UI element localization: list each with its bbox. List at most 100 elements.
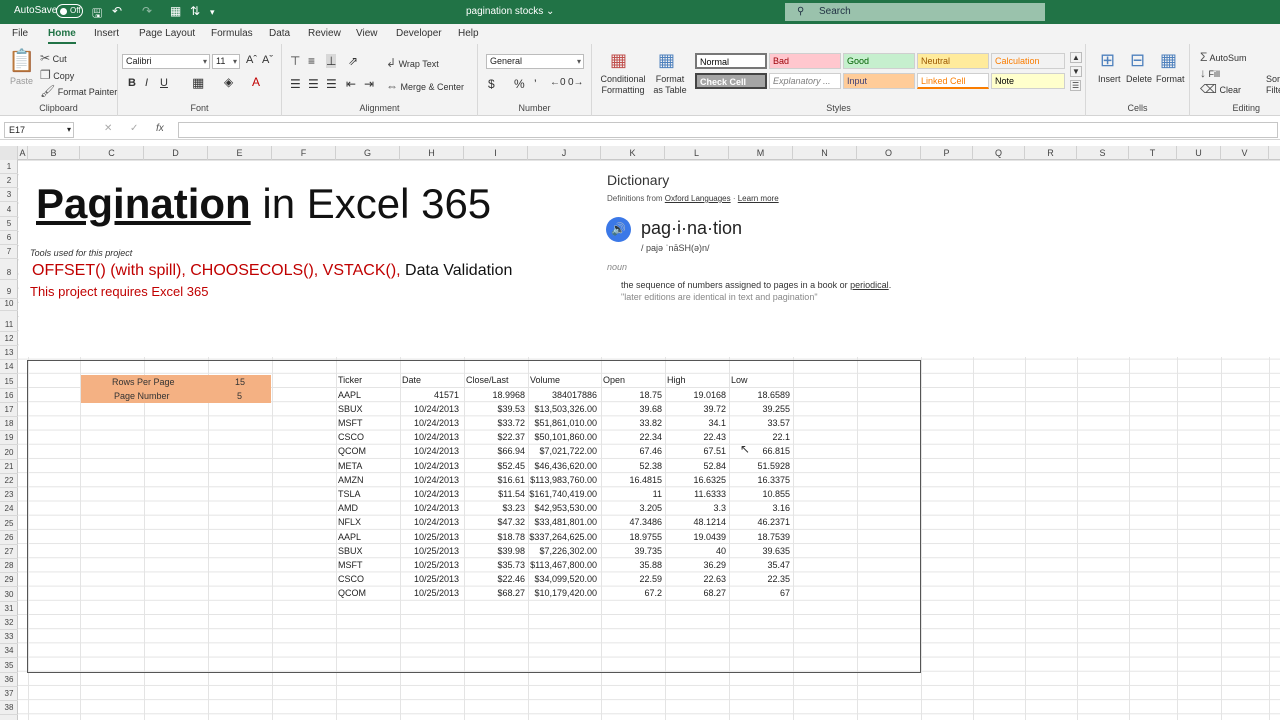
tab-view[interactable]: View bbox=[356, 28, 378, 39]
row-header[interactable]: 33 bbox=[0, 630, 18, 645]
column-header-o[interactable]: O bbox=[857, 146, 921, 160]
cell-date[interactable]: 10/25/2013 bbox=[400, 560, 459, 570]
cell-date[interactable]: 10/24/2013 bbox=[400, 404, 459, 414]
tab-formulas[interactable]: Formulas bbox=[211, 28, 253, 39]
merge-center-button[interactable]: ⇔ Merge & Center bbox=[386, 79, 464, 93]
cell-close[interactable]: $68.27 bbox=[464, 588, 525, 598]
autosave-toggle[interactable]: Off bbox=[56, 4, 83, 18]
row-header[interactable]: 6 bbox=[0, 231, 18, 245]
cell-date[interactable]: 10/24/2013 bbox=[400, 517, 459, 527]
cell-close[interactable]: $66.94 bbox=[464, 446, 525, 456]
format-cells-icon[interactable]: ▦ bbox=[1160, 50, 1177, 71]
cell-close[interactable]: $3.23 bbox=[464, 503, 525, 513]
table-icon[interactable]: ▦ bbox=[170, 4, 181, 18]
tab-file[interactable]: File bbox=[12, 28, 28, 39]
cell-date[interactable]: 10/25/2013 bbox=[400, 588, 459, 598]
cell-volume[interactable]: $34,099,520.00 bbox=[528, 574, 597, 584]
row-header[interactable]: 27 bbox=[0, 545, 18, 559]
row-header[interactable]: 7 bbox=[0, 245, 18, 260]
tab-help[interactable]: Help bbox=[458, 28, 479, 39]
style-normal[interactable]: Normal bbox=[695, 53, 767, 69]
cell-open[interactable]: 39.68 bbox=[601, 404, 662, 414]
column-header-u[interactable]: U bbox=[1177, 146, 1221, 160]
paste-icon[interactable]: 📋 bbox=[8, 48, 35, 74]
cell-open[interactable]: 39.735 bbox=[601, 546, 662, 556]
cell-ticker[interactable]: NFLX bbox=[338, 517, 395, 527]
conditional-formatting-button[interactable]: Conditional Formatting bbox=[600, 74, 646, 96]
tab-insert[interactable]: Insert bbox=[94, 28, 119, 39]
column-header-i[interactable]: I bbox=[464, 146, 528, 160]
delete-button[interactable]: Delete bbox=[1126, 74, 1152, 84]
row-header[interactable]: 30 bbox=[0, 588, 18, 602]
cell-open[interactable]: 47.3486 bbox=[601, 517, 662, 527]
redo-icon[interactable]: ↷ bbox=[142, 4, 152, 18]
decrease-decimal-icon[interactable]: 0→ bbox=[568, 77, 584, 88]
cell-open[interactable]: 67.2 bbox=[601, 588, 662, 598]
cell-ticker[interactable]: TSLA bbox=[338, 489, 395, 499]
cell-volume[interactable]: $33,481,801.00 bbox=[528, 517, 597, 527]
align-right-icon[interactable]: ☰ bbox=[326, 77, 337, 91]
style-input[interactable]: Input bbox=[843, 73, 915, 89]
cell-high[interactable]: 19.0439 bbox=[665, 532, 726, 542]
cell-volume[interactable]: $7,226,302.00 bbox=[528, 546, 597, 556]
cell-high[interactable]: 22.63 bbox=[665, 574, 726, 584]
row-header[interactable]: 23 bbox=[0, 488, 18, 503]
cell-low[interactable]: 39.635 bbox=[729, 546, 790, 556]
customize-toolbar-icon[interactable]: ▾ bbox=[210, 7, 215, 18]
row-header[interactable]: 13 bbox=[0, 346, 18, 360]
column-header-l[interactable]: L bbox=[665, 146, 729, 160]
column-header-s[interactable]: S bbox=[1077, 146, 1129, 160]
column-header-e[interactable]: E bbox=[208, 146, 272, 160]
tab-page-layout[interactable]: Page Layout bbox=[139, 28, 195, 39]
cell-high[interactable]: 3.3 bbox=[665, 503, 726, 513]
page-number-row[interactable]: Page Number 5 bbox=[81, 389, 271, 403]
borders-icon[interactable]: ▦ bbox=[192, 75, 204, 91]
page-number-value[interactable]: 5 bbox=[237, 389, 242, 403]
insert-button[interactable]: Insert bbox=[1098, 74, 1121, 84]
style-linked-cell[interactable]: Linked Cell bbox=[917, 73, 989, 89]
conditional-formatting-icon[interactable]: ▦ bbox=[610, 50, 627, 71]
font-size-select[interactable]: 11 ▾ bbox=[212, 54, 240, 69]
select-all-corner[interactable] bbox=[0, 146, 18, 160]
row-header[interactable]: 20 bbox=[0, 446, 18, 460]
cell-date[interactable]: 10/24/2013 bbox=[400, 432, 459, 442]
cell-low[interactable]: 16.3375 bbox=[729, 475, 790, 485]
row-header[interactable]: 36 bbox=[0, 673, 18, 687]
cell-close[interactable]: 18.9968 bbox=[464, 390, 525, 400]
row-header[interactable]: 8 bbox=[0, 266, 18, 280]
row-header[interactable]: 26 bbox=[0, 531, 18, 545]
cell-volume[interactable]: $51,861,010.00 bbox=[528, 418, 597, 428]
row-header[interactable]: 5 bbox=[0, 217, 18, 231]
rows-per-page-value[interactable]: 15 bbox=[235, 375, 245, 389]
cell-high[interactable]: 68.27 bbox=[665, 588, 726, 598]
cell-close[interactable]: $18.78 bbox=[464, 532, 525, 542]
column-header-p[interactable]: P bbox=[921, 146, 973, 160]
style-note[interactable]: Note bbox=[991, 73, 1065, 89]
row-header[interactable]: 11 bbox=[0, 318, 18, 332]
cell-ticker[interactable]: MSFT bbox=[338, 560, 395, 570]
style-check-cell[interactable]: Check Cell bbox=[695, 73, 767, 89]
row-header[interactable]: 34 bbox=[0, 644, 18, 659]
cell-low[interactable]: 66.815 bbox=[729, 446, 790, 456]
wrap-text-button[interactable]: ↲ Wrap Text bbox=[386, 56, 439, 70]
insert-function-icon[interactable]: fx bbox=[156, 123, 164, 134]
cell-low[interactable]: 46.2371 bbox=[729, 517, 790, 527]
cell-close[interactable]: $16.61 bbox=[464, 475, 525, 485]
row-header[interactable]: 29 bbox=[0, 573, 18, 588]
row-header[interactable]: 22 bbox=[0, 474, 18, 488]
periodical-link[interactable]: periodical bbox=[850, 280, 889, 290]
cell-high[interactable]: 67.51 bbox=[665, 446, 726, 456]
row-header[interactable]: 14 bbox=[0, 360, 18, 374]
sort-filter-button[interactable]: Sort bbox=[1266, 74, 1280, 84]
currency-icon[interactable]: $ bbox=[488, 77, 495, 91]
insert-cells-icon[interactable]: ⊞ bbox=[1100, 50, 1115, 71]
cell-close[interactable]: $11.54 bbox=[464, 489, 525, 499]
cell-open[interactable]: 16.4815 bbox=[601, 475, 662, 485]
decrease-font-icon[interactable]: Aˇ bbox=[262, 54, 273, 66]
font-color-icon[interactable]: A bbox=[252, 75, 260, 89]
format-as-table-icon[interactable]: ▦ bbox=[658, 50, 675, 71]
speaker-icon[interactable]: 🔊 bbox=[606, 217, 631, 242]
cell-close[interactable]: $47.32 bbox=[464, 517, 525, 527]
column-header-j[interactable]: J bbox=[528, 146, 601, 160]
row-header[interactable]: 32 bbox=[0, 616, 18, 630]
